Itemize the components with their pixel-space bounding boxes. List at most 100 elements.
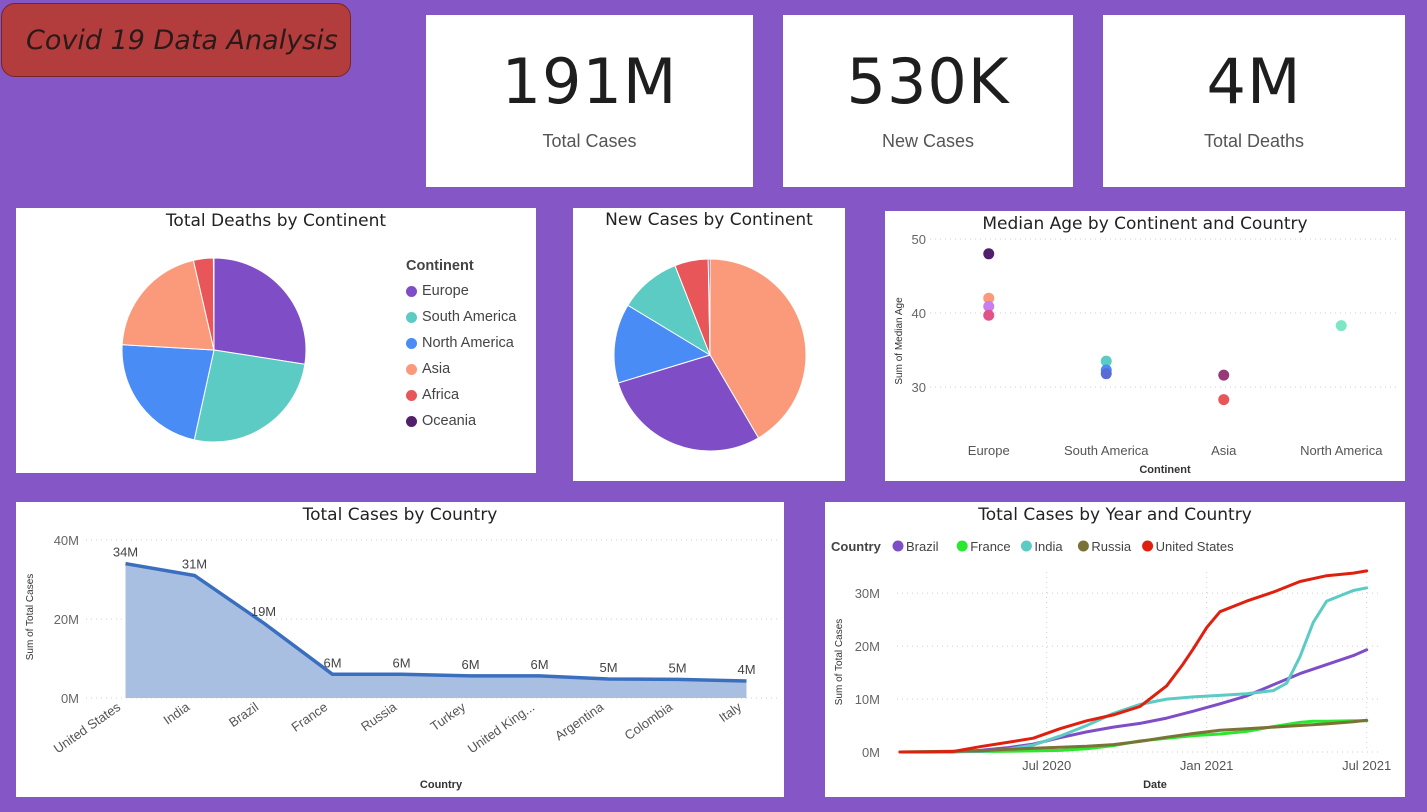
x-tick-label: Jan 2021 (1180, 758, 1234, 773)
cases-by-country-visual[interactable]: Total Cases by Country 0M 20M 40M 34M United… (16, 502, 784, 797)
legend-label: South America (422, 309, 517, 325)
x-tick-label: North America (1300, 443, 1383, 458)
legend-swatch (406, 389, 417, 401)
data-label: 5M (668, 660, 686, 675)
data-point[interactable] (983, 309, 995, 321)
data-label: 6M (461, 657, 479, 672)
legend-swatch (956, 540, 968, 552)
data-point[interactable] (983, 248, 995, 260)
x-tick-label: Jul 2021 (1342, 758, 1391, 773)
legend-swatch (1142, 540, 1154, 552)
x-tick-label: Colombia (622, 699, 676, 743)
series-line-india[interactable] (898, 586, 1369, 754)
data-label: 34M (113, 545, 138, 560)
data-point[interactable] (1218, 394, 1230, 406)
legend-label: United States (1156, 539, 1235, 554)
cases-by-year-visual[interactable]: Total Cases by Year and Country Country B… (825, 502, 1405, 797)
data-label: 31M (182, 556, 207, 571)
legend-swatch (406, 337, 417, 349)
legend-swatch (1077, 540, 1089, 552)
data-label: 6M (392, 655, 410, 670)
y-tick-label: 40 (912, 306, 926, 321)
x-tick-label: Europe (968, 443, 1010, 458)
x-axis-title: Country (420, 779, 463, 791)
x-tick-label: Italy (716, 699, 745, 725)
kpi-card-total-cases[interactable]: 191M Total Cases (426, 15, 753, 187)
legend-label: France (970, 539, 1010, 554)
legend-title: Country (831, 539, 882, 554)
y-axis-title: Sum of Total Cases (25, 574, 36, 661)
data-point[interactable] (1100, 368, 1112, 380)
x-tick-label: United King... (465, 699, 538, 756)
x-tick-label: France (288, 699, 330, 734)
x-tick-label: Brazil (226, 699, 261, 730)
data-label: 19M (251, 604, 276, 619)
data-label: 5M (599, 660, 617, 675)
x-tick-label: Jul 2020 (1022, 758, 1071, 773)
legend-item-africa[interactable]: Africa (406, 387, 516, 403)
x-axis-title: Date (1143, 779, 1167, 791)
x-tick-label: South America (1064, 443, 1149, 458)
y-tick-label: 30M (855, 586, 880, 601)
x-tick-label: United States (51, 699, 124, 756)
legend-label: North America (422, 335, 514, 351)
dashboard-title: Covid 19 Data Analysis (1, 3, 351, 77)
x-axis-title: Continent (1139, 464, 1191, 476)
y-tick-label: 20M (54, 612, 79, 627)
kpi-card-total-deaths[interactable]: 4M Total Deaths (1103, 15, 1405, 187)
legend-label: Asia (422, 361, 451, 377)
legend-label: Brazil (906, 539, 939, 554)
pie-slice-europe[interactable] (213, 257, 307, 365)
y-tick-label: 0M (61, 691, 79, 706)
kpi-label: Total Deaths (1203, 130, 1305, 151)
data-label: 6M (323, 655, 341, 670)
legend-swatch (406, 415, 417, 427)
x-tick-label: Asia (1211, 443, 1237, 458)
pie-slice-oceania[interactable] (212, 257, 215, 351)
legend-title: Continent (406, 258, 474, 274)
legend-swatch (892, 540, 904, 552)
new-cases-pie-chart[interactable] (573, 208, 845, 481)
legend-item-europe[interactable]: Europe (406, 283, 516, 299)
y-tick-label: 20M (855, 639, 880, 654)
y-tick-label: 50 (912, 232, 926, 247)
legend-item-oceania[interactable]: Oceania (406, 413, 516, 429)
y-tick-label: 30 (912, 380, 926, 395)
legend-item-south-america[interactable]: South America (406, 309, 516, 325)
y-tick-label: 40M (54, 533, 79, 548)
kpi-card-new-cases[interactable]: 530K New Cases (783, 15, 1073, 187)
legend-label: Russia (1091, 539, 1132, 554)
kpi-label: New Cases (881, 130, 975, 151)
x-tick-label: Turkey (427, 699, 468, 734)
legend-swatch (406, 311, 417, 323)
y-tick-label: 10M (855, 692, 880, 707)
cases-by-year-line-chart[interactable]: Country Brazil France India Russia United Sta… (825, 502, 1405, 797)
legend-swatch (406, 363, 417, 375)
x-tick-label: India (161, 699, 193, 728)
y-axis-title: Sum of Median Age (894, 297, 905, 385)
legend-item-asia[interactable]: Asia (406, 361, 516, 377)
kpi-value: 191M (501, 44, 678, 118)
legend-swatch (1020, 540, 1032, 552)
kpi-label: Total Cases (542, 130, 637, 151)
new-cases-by-continent-visual[interactable]: New Cases by Continent (573, 208, 845, 481)
legend-swatch (406, 285, 417, 297)
cases-by-country-area-chart[interactable]: 0M 20M 40M 34M United States 31M India 19M Brazi… (16, 502, 784, 797)
legend-label: Africa (422, 387, 460, 403)
data-label: 6M (530, 657, 548, 672)
median-age-scatter-chart[interactable]: 30 40 50 Europe South America Asia North Ameri… (885, 211, 1405, 481)
data-point[interactable] (1335, 320, 1347, 332)
continent-legend: Continent Europe South America North Ame… (406, 258, 516, 439)
deaths-by-continent-visual[interactable]: Total Deaths by Continent Continent Euro… (16, 208, 536, 473)
legend-item-north-america[interactable]: North America (406, 335, 516, 351)
kpi-value: 530K (846, 44, 1010, 118)
legend-label: Oceania (422, 413, 477, 429)
legend-label: India (1034, 539, 1063, 554)
median-age-visual[interactable]: Median Age by Continent and Country 30 40… (885, 211, 1405, 481)
x-tick-label: Russia (358, 699, 400, 735)
legend-label: Europe (422, 283, 469, 299)
x-tick-label: Argentina (552, 699, 607, 744)
data-point[interactable] (1218, 369, 1230, 381)
data-label: 4M (737, 662, 755, 677)
y-axis-title: Sum of Total Cases (834, 619, 845, 706)
